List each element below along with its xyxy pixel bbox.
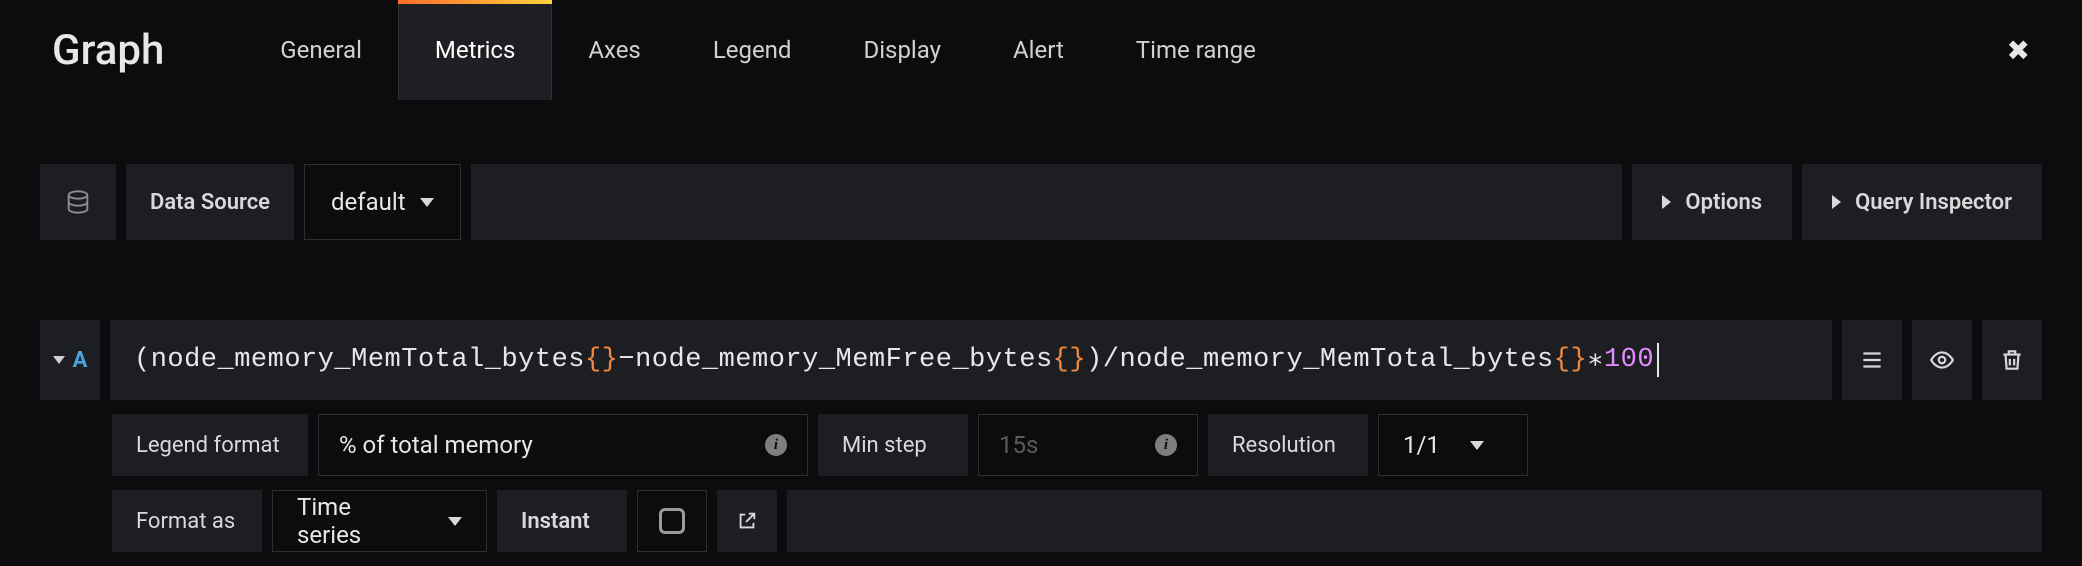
text-cursor: [1657, 343, 1659, 377]
query-toggle-button[interactable]: A: [40, 320, 100, 400]
config-row-2: Format as Time series Instant: [0, 490, 2082, 552]
query-inspector-button[interactable]: Query Inspector: [1802, 164, 2042, 240]
triangle-right-icon: [1832, 195, 1841, 209]
resolution-label: Resolution: [1208, 414, 1368, 476]
query-letter: A: [73, 348, 88, 373]
caret-down-icon: [53, 356, 65, 364]
config-trail: [787, 490, 2042, 552]
format-as-select[interactable]: Time series: [272, 490, 487, 552]
instant-label: Instant: [497, 490, 627, 552]
tab-display[interactable]: Display: [827, 0, 977, 100]
tab-general[interactable]: General: [244, 0, 398, 100]
legend-format-input[interactable]: % of total memory i: [318, 414, 808, 476]
tab-alert[interactable]: Alert: [977, 0, 1100, 100]
resolution-select[interactable]: 1/1: [1378, 414, 1528, 476]
tab-metrics[interactable]: Metrics: [398, 0, 552, 100]
checkbox-icon: [659, 508, 685, 534]
caret-down-icon: [448, 517, 462, 526]
config-row-1: Legend format % of total memory i Min st…: [0, 414, 2082, 476]
format-as-label: Format as: [112, 490, 262, 552]
panel-title: Graph: [52, 0, 164, 100]
instant-toggle[interactable]: [637, 490, 707, 552]
caret-down-icon: [1470, 441, 1484, 450]
min-step-input[interactable]: 15s i: [978, 414, 1198, 476]
info-icon[interactable]: i: [765, 434, 787, 456]
legend-format-label: Legend format: [112, 414, 308, 476]
query-input[interactable]: (node_memory_MemTotal_bytes{} − node_mem…: [110, 320, 1832, 400]
close-icon[interactable]: ✖: [2007, 0, 2030, 100]
panel-header: Graph General Metrics Axes Legend Displa…: [0, 0, 2082, 100]
share-link-button[interactable]: [717, 490, 777, 552]
info-icon[interactable]: i: [1155, 434, 1177, 456]
toolbar-spacer: [471, 164, 1623, 240]
query-menu-button[interactable]: [1842, 320, 1902, 400]
datasource-icon: [40, 164, 116, 240]
datasource-label: Data Source: [126, 164, 294, 240]
triangle-right-icon: [1662, 195, 1671, 209]
tab-axes[interactable]: Axes: [552, 0, 676, 100]
datasource-select[interactable]: default: [304, 164, 461, 240]
tabs: General Metrics Axes Legend Display Aler…: [244, 0, 1292, 100]
min-step-label: Min step: [818, 414, 968, 476]
tab-timerange[interactable]: Time range: [1100, 0, 1292, 100]
tab-legend[interactable]: Legend: [677, 0, 828, 100]
caret-down-icon: [420, 198, 434, 207]
options-button[interactable]: Options: [1632, 164, 1792, 240]
options-label: Options: [1685, 190, 1762, 215]
datasource-value: default: [331, 188, 406, 216]
delete-query-button[interactable]: [1982, 320, 2042, 400]
datasource-toolbar: Data Source default Options Query Inspec…: [0, 164, 2082, 240]
toggle-visibility-button[interactable]: [1912, 320, 1972, 400]
query-inspector-label: Query Inspector: [1855, 190, 2012, 215]
query-row: A (node_memory_MemTotal_bytes{} − node_m…: [0, 320, 2082, 400]
